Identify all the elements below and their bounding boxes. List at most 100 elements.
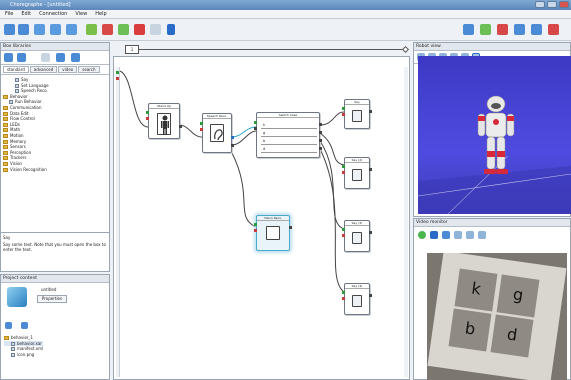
- library-tree-item[interactable]: Vision Recognition: [3, 167, 107, 173]
- import-file-icon[interactable]: [21, 322, 28, 329]
- library-edit-icon[interactable]: [56, 53, 65, 62]
- tab-advanced[interactable]: advanced: [29, 66, 58, 73]
- project-file-item[interactable]: icon.png: [4, 352, 43, 358]
- play-icon[interactable]: [118, 24, 129, 35]
- connection-line[interactable]: [319, 148, 345, 293]
- onstop-port[interactable]: [116, 77, 119, 80]
- add-video-icon[interactable]: [430, 231, 438, 239]
- say-box-4[interactable]: Say (4): [342, 283, 372, 315]
- debug-icon[interactable]: [150, 24, 161, 35]
- case-row[interactable]: g: [261, 129, 317, 137]
- input-port[interactable]: [342, 165, 345, 168]
- switch-case-box[interactable]: Switch Case k g b d: [254, 112, 322, 158]
- input-port[interactable]: [342, 107, 345, 110]
- canvas-scrollbar[interactable]: [404, 67, 408, 377]
- library-open-icon[interactable]: [17, 53, 26, 62]
- input-port[interactable]: [342, 291, 345, 294]
- output-port[interactable]: [369, 168, 372, 171]
- input-port[interactable]: [254, 127, 257, 130]
- speech-reco-box[interactable]: Speech Reco.: [200, 113, 234, 153]
- menu-view[interactable]: View: [75, 10, 87, 18]
- output-port[interactable]: [179, 125, 182, 128]
- snapshot-icon[interactable]: [454, 231, 462, 239]
- input-port[interactable]: [342, 171, 345, 174]
- case-row[interactable]: d: [261, 145, 317, 153]
- robot-status-icon[interactable]: [531, 24, 542, 35]
- stiffness-icon[interactable]: [497, 24, 508, 35]
- onstart-port[interactable]: [116, 71, 119, 74]
- connect-icon[interactable]: [86, 24, 97, 35]
- output-port[interactable]: [369, 231, 372, 234]
- learn-object-icon[interactable]: [466, 231, 474, 239]
- undo-icon[interactable]: [50, 24, 61, 35]
- robot-volume-icon[interactable]: [463, 24, 474, 35]
- menu-file[interactable]: File: [5, 10, 13, 18]
- connection-line[interactable]: [178, 124, 203, 138]
- say-box-2[interactable]: Say (2): [342, 157, 372, 189]
- library-filter-icon[interactable]: [71, 53, 80, 62]
- tab-video[interactable]: video: [58, 66, 78, 73]
- input-port[interactable]: [146, 117, 149, 120]
- open-file-icon[interactable]: [18, 24, 29, 35]
- new-file-icon[interactable]: [4, 24, 15, 35]
- volume-slider-icon[interactable]: [167, 24, 175, 35]
- connection-line[interactable]: [319, 132, 345, 166]
- input-port[interactable]: [254, 223, 257, 226]
- input-port[interactable]: [342, 297, 345, 300]
- output-port[interactable]: [319, 147, 322, 150]
- flow-diagram-canvas[interactable]: Stand Up Speech Reco. Switch Case k g b …: [113, 56, 410, 380]
- input-port[interactable]: [342, 234, 345, 237]
- stand-up-box[interactable]: Stand Up: [146, 103, 182, 139]
- input-port[interactable]: [254, 229, 257, 232]
- input-port[interactable]: [342, 228, 345, 231]
- output-port[interactable]: [319, 139, 322, 142]
- library-new-icon[interactable]: [4, 53, 13, 62]
- robot-connection-icon[interactable]: [514, 24, 525, 35]
- video-settings-icon[interactable]: [478, 231, 486, 239]
- wifi-icon[interactable]: [480, 24, 491, 35]
- case-row[interactable]: b: [261, 137, 317, 145]
- input-port[interactable]: [200, 122, 203, 125]
- tab-search[interactable]: search: [78, 66, 100, 73]
- minimize-button[interactable]: [535, 1, 545, 8]
- record-video-icon[interactable]: [442, 231, 450, 239]
- output-port[interactable]: [369, 294, 372, 297]
- play-video-icon[interactable]: [418, 231, 426, 239]
- output-port[interactable]: [319, 131, 322, 134]
- disconnect-icon[interactable]: [102, 24, 113, 35]
- save-icon[interactable]: [34, 24, 45, 35]
- say-box-3[interactable]: Say (3): [342, 220, 372, 252]
- connection-line[interactable]: [319, 111, 345, 126]
- timeline-bar[interactable]: [139, 49, 407, 50]
- maximize-button[interactable]: [547, 1, 557, 8]
- menu-help[interactable]: Help: [95, 10, 106, 18]
- properties-button[interactable]: Properties: [37, 295, 67, 303]
- vision-reco-box[interactable]: Vision Reco.: [254, 215, 292, 251]
- connection-line[interactable]: [231, 152, 257, 228]
- tab-standard[interactable]: standard: [3, 66, 29, 73]
- input-port[interactable]: [200, 128, 203, 131]
- input-port[interactable]: [146, 111, 149, 114]
- timeline-marker[interactable]: 1: [125, 45, 139, 54]
- output-port[interactable]: [231, 136, 234, 139]
- add-file-icon[interactable]: [5, 322, 12, 329]
- library-save-icon[interactable]: [41, 53, 50, 62]
- connection-line[interactable]: [231, 130, 257, 146]
- input-port[interactable]: [342, 113, 345, 116]
- output-port[interactable]: [231, 144, 234, 147]
- menu-connection[interactable]: Connection: [39, 10, 67, 18]
- connection-line[interactable]: [119, 70, 149, 128]
- redo-icon[interactable]: [66, 24, 77, 35]
- close-button[interactable]: [559, 1, 569, 8]
- emergency-stop-icon[interactable]: [548, 24, 559, 35]
- output-port[interactable]: [319, 123, 322, 126]
- robot-3d-view[interactable]: [417, 56, 571, 215]
- stop-icon[interactable]: [134, 24, 145, 35]
- timeline-end-icon[interactable]: [401, 45, 410, 54]
- menu-edit[interactable]: Edit: [21, 10, 31, 18]
- output-port[interactable]: [369, 110, 372, 113]
- output-port[interactable]: [289, 226, 292, 229]
- say-box-1[interactable]: Say: [342, 99, 372, 129]
- input-port[interactable]: [254, 121, 257, 124]
- case-row[interactable]: k: [261, 121, 317, 129]
